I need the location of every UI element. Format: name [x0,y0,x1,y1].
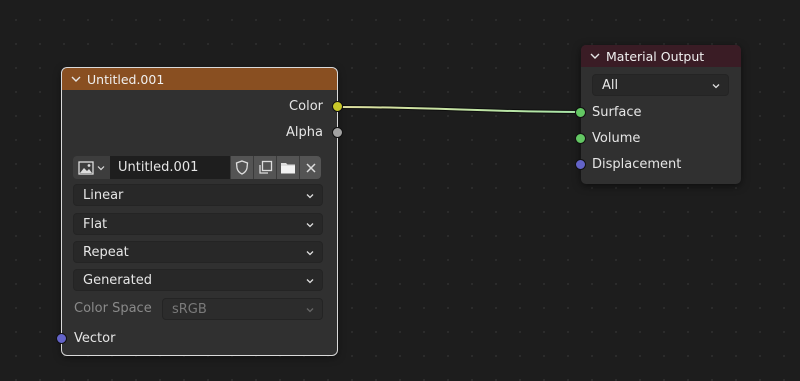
target-dropdown[interactable]: All [592,74,729,96]
input-displacement: Displacement [592,154,681,174]
chevron-down-icon [305,304,315,314]
image-texture-node[interactable]: Untitled.001 Color Alpha Untitled.001 Li… [56,67,343,356]
fake-user-button[interactable] [230,156,253,179]
projection-value: Flat [83,216,108,232]
color-space-dropdown[interactable]: sRGB [162,298,323,320]
image-browse-button[interactable] [73,156,110,179]
shield-icon [235,160,249,175]
input-displacement-label: Displacement [592,156,682,172]
displacement-input-socket[interactable] [575,159,586,170]
unlink-image-button[interactable] [299,156,321,179]
close-icon [305,162,317,174]
chevron-down-icon [305,275,315,285]
input-surface-label: Surface [592,104,642,120]
target-value: All [602,77,619,93]
input-surface: Surface [592,102,642,122]
input-volume-label: Volume [592,130,641,146]
projection-dropdown[interactable]: Flat [73,213,323,235]
interpolation-dropdown[interactable]: Linear [73,184,323,206]
volume-input-socket[interactable] [575,133,586,144]
input-vector: Vector [74,328,115,348]
alpha-output-socket[interactable] [332,127,343,138]
color-output-socket[interactable] [332,101,343,112]
input-vector-label: Vector [74,330,116,346]
color-space-label: Color Space [74,301,152,316]
output-alpha: Alpha [286,122,323,142]
source-dropdown[interactable]: Generated [73,269,323,291]
extension-value: Repeat [83,244,129,260]
output-color: Color [289,96,323,116]
duplicate-image-button[interactable] [253,156,276,179]
open-image-button[interactable] [276,156,299,179]
output-color-label: Color [289,98,323,114]
interpolation-value: Linear [83,187,124,203]
image-icon [78,160,94,175]
node-title: Untitled.001 [87,71,165,87]
collapse-chevron-icon[interactable] [589,50,601,62]
image-selector: Untitled.001 [73,156,321,179]
source-value: Generated [83,272,152,288]
material-output-node-header[interactable]: Material Output [581,45,741,67]
output-alpha-label: Alpha [286,124,323,140]
image-name-text: Untitled.001 [118,160,199,175]
collapse-chevron-icon[interactable] [70,73,82,85]
extension-dropdown[interactable]: Repeat [73,241,323,263]
chevron-down-icon [711,80,721,90]
input-volume: Volume [592,128,640,148]
chevron-down-icon [305,190,315,200]
chevron-down-icon [97,164,105,172]
folder-icon [280,161,296,175]
duplicate-icon [258,160,273,175]
image-name-field[interactable]: Untitled.001 [110,156,230,179]
image-texture-node-header[interactable]: Untitled.001 [62,68,337,90]
chevron-down-icon [305,247,315,257]
material-output-node[interactable]: Material Output All Surface Volume Displ… [575,45,741,184]
color-space-value: sRGB [172,301,207,317]
surface-input-socket[interactable] [575,107,586,118]
vector-input-socket[interactable] [56,333,67,344]
node-title: Material Output [606,48,705,64]
chevron-down-icon [305,219,315,229]
